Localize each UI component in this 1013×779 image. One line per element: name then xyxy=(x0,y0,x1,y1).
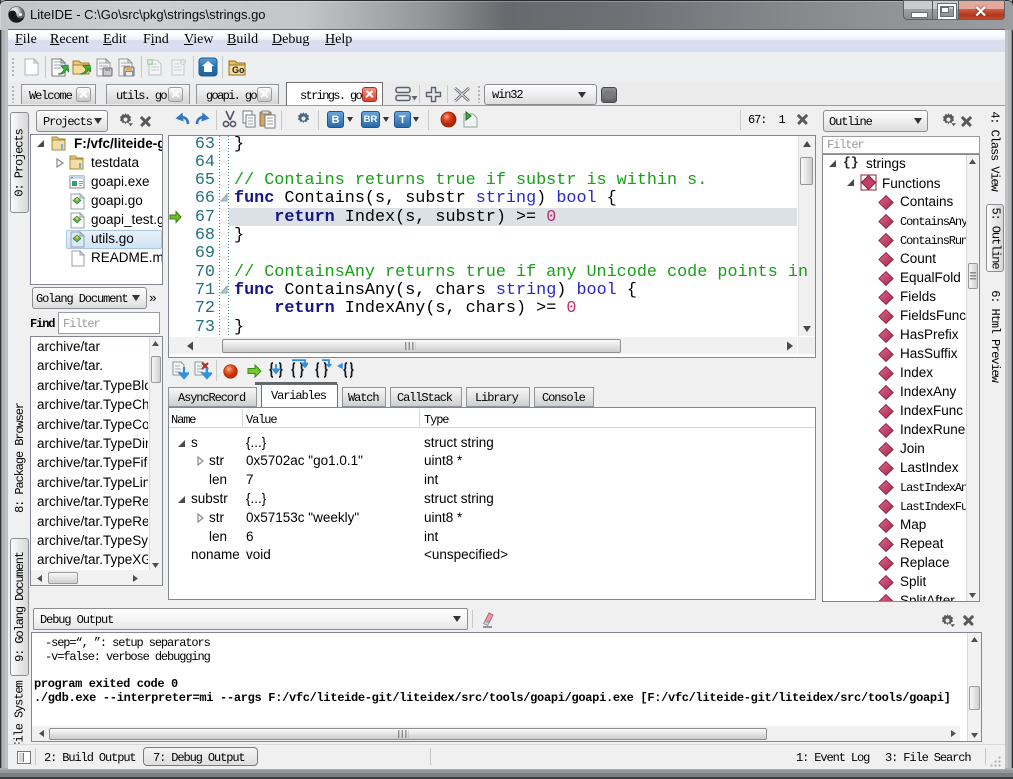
svg-text:Go: Go xyxy=(232,65,245,75)
